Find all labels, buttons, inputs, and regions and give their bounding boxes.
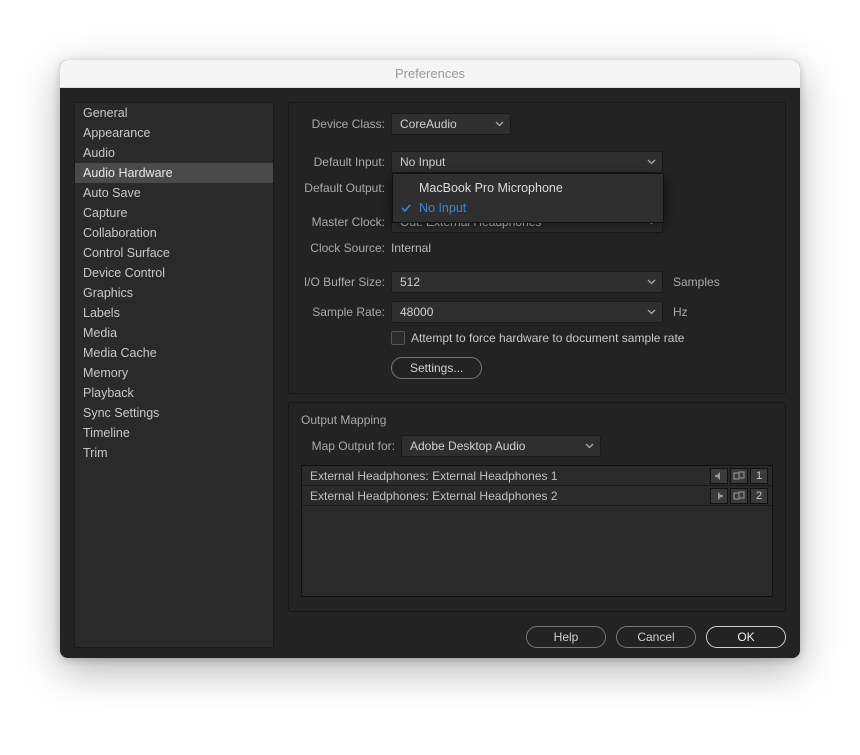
chevron-down-icon — [495, 121, 504, 127]
io-buffer-row: I/O Buffer Size: 512 Samples — [301, 271, 773, 293]
dropdown-option[interactable]: MacBook Pro Microphone — [393, 178, 663, 198]
output-mapping-row-controls: 1 — [710, 468, 768, 484]
default-input-row: Default Input: No Input MacBook Pro Micr… — [301, 151, 773, 173]
output-mapping-row-label: External Headphones: External Headphones… — [310, 489, 558, 503]
output-mapping-row[interactable]: External Headphones: External Headphones… — [302, 486, 772, 506]
window-title: Preferences — [395, 66, 465, 81]
default-input-label: Default Input: — [301, 155, 385, 169]
preferences-main: Device Class: CoreAudio Default Input: N… — [288, 102, 786, 648]
preferences-sidebar: GeneralAppearanceAudioAudio HardwareAuto… — [74, 102, 274, 648]
master-clock-label: Master Clock: — [301, 215, 385, 229]
force-hw-checkbox[interactable] — [391, 331, 405, 345]
sample-rate-row: Sample Rate: 48000 Hz — [301, 301, 773, 323]
output-mapping-row-label: External Headphones: External Headphones… — [310, 469, 558, 483]
checkmark-icon — [401, 202, 411, 216]
output-mapping-list: External Headphones: External Headphones… — [301, 465, 773, 597]
speaker-icon[interactable] — [710, 488, 728, 504]
clock-source-label: Clock Source: — [301, 241, 385, 255]
sidebar-item-playback[interactable]: Playback — [75, 383, 273, 403]
sidebar-item-collaboration[interactable]: Collaboration — [75, 223, 273, 243]
sidebar-item-general[interactable]: General — [75, 103, 273, 123]
channel-number: 2 — [750, 488, 768, 504]
cancel-button[interactable]: Cancel — [616, 626, 696, 648]
map-output-value: Adobe Desktop Audio — [410, 439, 525, 453]
force-hw-row: Attempt to force hardware to document sa… — [391, 331, 773, 345]
sidebar-item-control-surface[interactable]: Control Surface — [75, 243, 273, 263]
map-output-select[interactable]: Adobe Desktop Audio — [401, 435, 601, 457]
sidebar-item-labels[interactable]: Labels — [75, 303, 273, 323]
chevron-down-icon — [647, 309, 656, 315]
output-mapping-row[interactable]: External Headphones: External Headphones… — [302, 466, 772, 486]
sample-rate-unit: Hz — [673, 305, 688, 319]
default-input-dropdown: MacBook Pro Microphone No Input — [392, 173, 664, 223]
dropdown-option-label: MacBook Pro Microphone — [419, 181, 563, 195]
settings-button[interactable]: Settings... — [391, 357, 482, 379]
map-output-row: Map Output for: Adobe Desktop Audio — [301, 435, 773, 457]
sample-rate-label: Sample Rate: — [301, 305, 385, 319]
sidebar-item-media-cache[interactable]: Media Cache — [75, 343, 273, 363]
window-titlebar: Preferences — [60, 60, 800, 88]
io-buffer-label: I/O Buffer Size: — [301, 275, 385, 289]
sidebar-item-memory[interactable]: Memory — [75, 363, 273, 383]
default-input-select[interactable]: No Input — [391, 151, 663, 173]
device-class-select[interactable]: CoreAudio — [391, 113, 511, 135]
sidebar-item-audio-hardware[interactable]: Audio Hardware — [75, 163, 273, 183]
sidebar-item-timeline[interactable]: Timeline — [75, 423, 273, 443]
output-map-icon[interactable] — [730, 488, 748, 504]
io-buffer-select[interactable]: 512 — [391, 271, 663, 293]
output-mapping-row-controls: 2 — [710, 488, 768, 504]
output-map-icon[interactable] — [730, 468, 748, 484]
chevron-down-icon — [647, 159, 656, 165]
clock-source-row: Clock Source: Internal — [301, 241, 773, 255]
speaker-icon[interactable] — [710, 468, 728, 484]
sidebar-item-device-control[interactable]: Device Control — [75, 263, 273, 283]
chevron-down-icon — [585, 443, 594, 449]
ok-button[interactable]: OK — [706, 626, 786, 648]
output-mapping-group: Output Mapping Map Output for: Adobe Des… — [288, 402, 786, 612]
default-input-value: No Input — [400, 155, 445, 169]
device-class-value: CoreAudio — [400, 117, 457, 131]
dialog-footer: Help Cancel OK — [288, 620, 786, 648]
hardware-settings-group: Device Class: CoreAudio Default Input: N… — [288, 102, 786, 394]
sidebar-item-auto-save[interactable]: Auto Save — [75, 183, 273, 203]
device-class-label: Device Class: — [301, 117, 385, 131]
sidebar-item-trim[interactable]: Trim — [75, 443, 273, 463]
channel-number: 1 — [750, 468, 768, 484]
device-class-row: Device Class: CoreAudio — [301, 113, 773, 135]
help-button[interactable]: Help — [526, 626, 606, 648]
output-mapping-title: Output Mapping — [301, 413, 773, 427]
io-buffer-value: 512 — [400, 275, 420, 289]
chevron-down-icon — [647, 279, 656, 285]
sidebar-item-graphics[interactable]: Graphics — [75, 283, 273, 303]
io-buffer-unit: Samples — [673, 275, 720, 289]
force-hw-label: Attempt to force hardware to document sa… — [411, 331, 684, 345]
dropdown-option-label: No Input — [419, 201, 466, 215]
sidebar-item-sync-settings[interactable]: Sync Settings — [75, 403, 273, 423]
sample-rate-value: 48000 — [400, 305, 433, 319]
sample-rate-select[interactable]: 48000 — [391, 301, 663, 323]
clock-source-value: Internal — [391, 241, 431, 255]
sidebar-item-media[interactable]: Media — [75, 323, 273, 343]
preferences-window: Preferences GeneralAppearanceAudioAudio … — [60, 60, 800, 658]
map-output-label: Map Output for: — [301, 439, 395, 453]
sidebar-item-audio[interactable]: Audio — [75, 143, 273, 163]
dropdown-option[interactable]: No Input — [393, 198, 663, 218]
sidebar-item-capture[interactable]: Capture — [75, 203, 273, 223]
sidebar-item-appearance[interactable]: Appearance — [75, 123, 273, 143]
window-body: GeneralAppearanceAudioAudio HardwareAuto… — [60, 88, 800, 658]
default-output-label: Default Output: — [301, 181, 385, 195]
